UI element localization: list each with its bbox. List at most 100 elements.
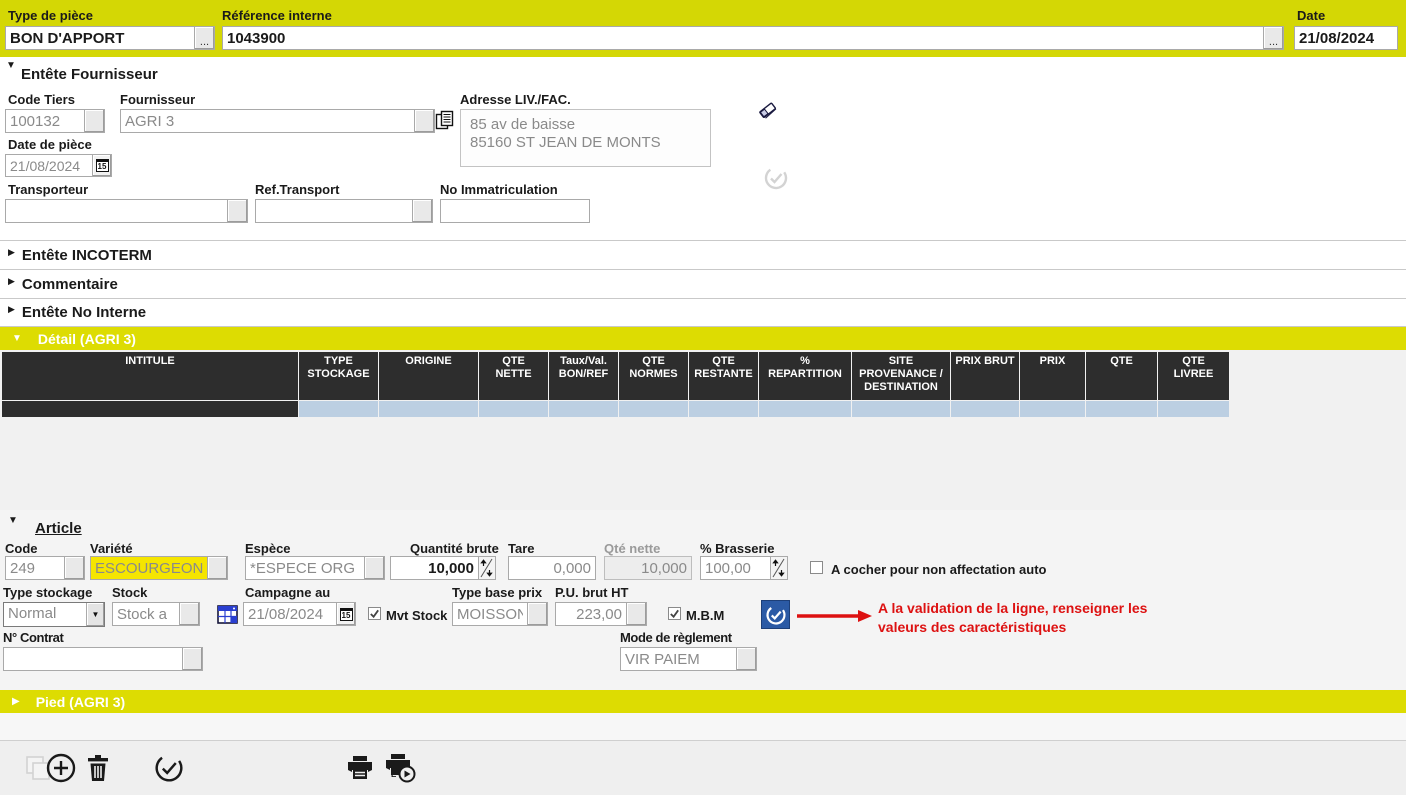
table-cell[interactable] <box>479 401 548 417</box>
tare-label: Tare <box>508 541 535 556</box>
mode-reglement-input[interactable] <box>620 647 737 671</box>
validate-line-button[interactable] <box>761 600 790 629</box>
pu-brut-lookup-button[interactable] <box>627 602 647 626</box>
campagne-calendar-button[interactable]: 15 <box>337 602 356 626</box>
table-cell[interactable] <box>759 401 851 417</box>
add-line-button[interactable] <box>44 751 78 785</box>
table-cell[interactable] <box>1158 401 1229 417</box>
column-header[interactable]: Taux/Val. BON/REF <box>549 352 618 400</box>
table-cell[interactable] <box>379 401 478 417</box>
column-header[interactable]: PRIX <box>1020 352 1085 400</box>
contrat-input[interactable] <box>3 647 183 671</box>
stock-input[interactable] <box>112 602 180 626</box>
mbm-checkbox[interactable] <box>668 607 681 620</box>
column-header[interactable]: QTE RESTANTE <box>689 352 758 400</box>
date-input[interactable] <box>1294 26 1398 50</box>
qte-nette-input[interactable] <box>604 556 692 580</box>
table-cell[interactable] <box>549 401 618 417</box>
column-header[interactable]: ORIGINE <box>379 352 478 400</box>
section-pied-bar[interactable]: ▶ Pied (AGRI 3) <box>0 690 1406 713</box>
no-immatriculation-input[interactable] <box>440 199 590 223</box>
section-commentaire[interactable]: ▶ Commentaire <box>0 269 1406 298</box>
chevron-down-icon[interactable]: ▼ <box>86 603 104 626</box>
table-cell[interactable] <box>619 401 688 417</box>
espece-lookup-button[interactable] <box>365 556 385 580</box>
column-header[interactable]: QTE NETTE <box>479 352 548 400</box>
type-piece-lookup-button[interactable]: ... <box>195 26 215 50</box>
tare-input[interactable] <box>508 556 596 580</box>
quantite-brute-spinner[interactable] <box>479 556 496 580</box>
type-piece-input[interactable] <box>5 26 195 50</box>
mvt-stock-checkbox[interactable] <box>368 607 381 620</box>
detail-table-empty-row[interactable] <box>2 401 1229 417</box>
no-immatriculation-label: No Immatriculation <box>440 182 558 197</box>
quantite-brute-input[interactable] <box>390 556 479 580</box>
date-piece-calendar-button[interactable]: 15 <box>93 154 112 177</box>
type-stockage-value: Normal <box>4 603 86 626</box>
validate-document-button[interactable] <box>152 751 186 785</box>
column-header[interactable]: TYPE STOCKAGE <box>299 352 378 400</box>
stock-lookup-button[interactable] <box>180 602 200 626</box>
column-header[interactable]: QTE <box>1086 352 1157 400</box>
mode-reglement-lookup-button[interactable] <box>737 647 757 671</box>
espece-label: Espèce <box>245 541 291 556</box>
pu-brut-label: P.U. brut HT <box>555 585 628 600</box>
code-input[interactable] <box>5 556 65 580</box>
reference-lookup-button[interactable]: ... <box>1264 26 1284 50</box>
adresse-label: Adresse LIV./FAC. <box>460 92 571 107</box>
table-cell[interactable] <box>951 401 1019 417</box>
campagne-input[interactable] <box>243 602 337 626</box>
table-cell[interactable] <box>852 401 950 417</box>
contrat-field-group <box>3 647 203 671</box>
section-article-title[interactable]: Article <box>35 520 82 537</box>
section-entete-no-interne[interactable]: ▶ Entête No Interne <box>0 298 1406 327</box>
column-header[interactable]: INTITULE <box>2 352 298 400</box>
table-cell[interactable] <box>2 401 298 417</box>
qte-nette-field-group <box>604 556 692 580</box>
type-base-prix-input[interactable] <box>452 602 528 626</box>
transporteur-input[interactable] <box>5 199 228 223</box>
column-header[interactable]: PRIX BRUT <box>951 352 1019 400</box>
column-header[interactable]: % REPARTITION <box>759 352 851 400</box>
fournisseur-field-group <box>120 109 435 133</box>
table-cell[interactable] <box>299 401 378 417</box>
non-affectation-checkbox[interactable] <box>810 561 823 574</box>
contrat-lookup-button[interactable] <box>183 647 203 671</box>
type-stockage-select[interactable]: Normal ▼ <box>3 602 105 627</box>
section-entete-fournisseur-title[interactable]: Entête Fournisseur <box>21 66 158 83</box>
table-cell[interactable] <box>1086 401 1157 417</box>
date-piece-input[interactable] <box>5 154 93 177</box>
expanded-triangle-icon[interactable]: ▼ <box>6 60 16 71</box>
copy-address-icon[interactable] <box>435 110 455 137</box>
brasserie-input[interactable] <box>700 556 771 580</box>
espece-input[interactable] <box>245 556 365 580</box>
delete-line-button[interactable] <box>81 751 115 785</box>
section-detail-bar[interactable]: ▼ Détail (AGRI 3) <box>0 327 1406 350</box>
reference-input[interactable] <box>222 26 1264 50</box>
type-base-prix-lookup-button[interactable] <box>528 602 548 626</box>
table-cell[interactable] <box>689 401 758 417</box>
expanded-triangle-icon[interactable]: ▼ <box>8 515 18 526</box>
print-button[interactable] <box>343 751 377 785</box>
brasserie-spinner[interactable] <box>771 556 788 580</box>
fournisseur-input[interactable] <box>120 109 415 133</box>
ref-transport-lookup-button[interactable] <box>413 199 433 223</box>
eraser-icon[interactable] <box>757 100 779 125</box>
stock-window-icon[interactable] <box>217 605 238 629</box>
fournisseur-lookup-button[interactable] <box>415 109 435 133</box>
code-lookup-button[interactable] <box>65 556 85 580</box>
pu-brut-input[interactable] <box>555 602 627 626</box>
variete-input[interactable] <box>90 556 208 580</box>
detail-table-header-row: INTITULE TYPE STOCKAGE ORIGINE QTE NETTE… <box>2 352 1229 400</box>
column-header[interactable]: QTE NORMES <box>619 352 688 400</box>
code-tiers-lookup-button[interactable] <box>85 109 105 133</box>
ref-transport-input[interactable] <box>255 199 413 223</box>
code-tiers-input[interactable] <box>5 109 85 133</box>
table-cell[interactable] <box>1020 401 1085 417</box>
section-entete-incoterm[interactable]: ▶ Entête INCOTERM <box>0 240 1406 269</box>
transporteur-lookup-button[interactable] <box>228 199 248 223</box>
column-header[interactable]: QTE LIVREE <box>1158 352 1229 400</box>
print-run-button[interactable]: E <box>383 751 417 785</box>
variete-lookup-button[interactable] <box>208 556 228 580</box>
column-header[interactable]: SITE PROVENANCE / DESTINATION <box>852 352 950 400</box>
